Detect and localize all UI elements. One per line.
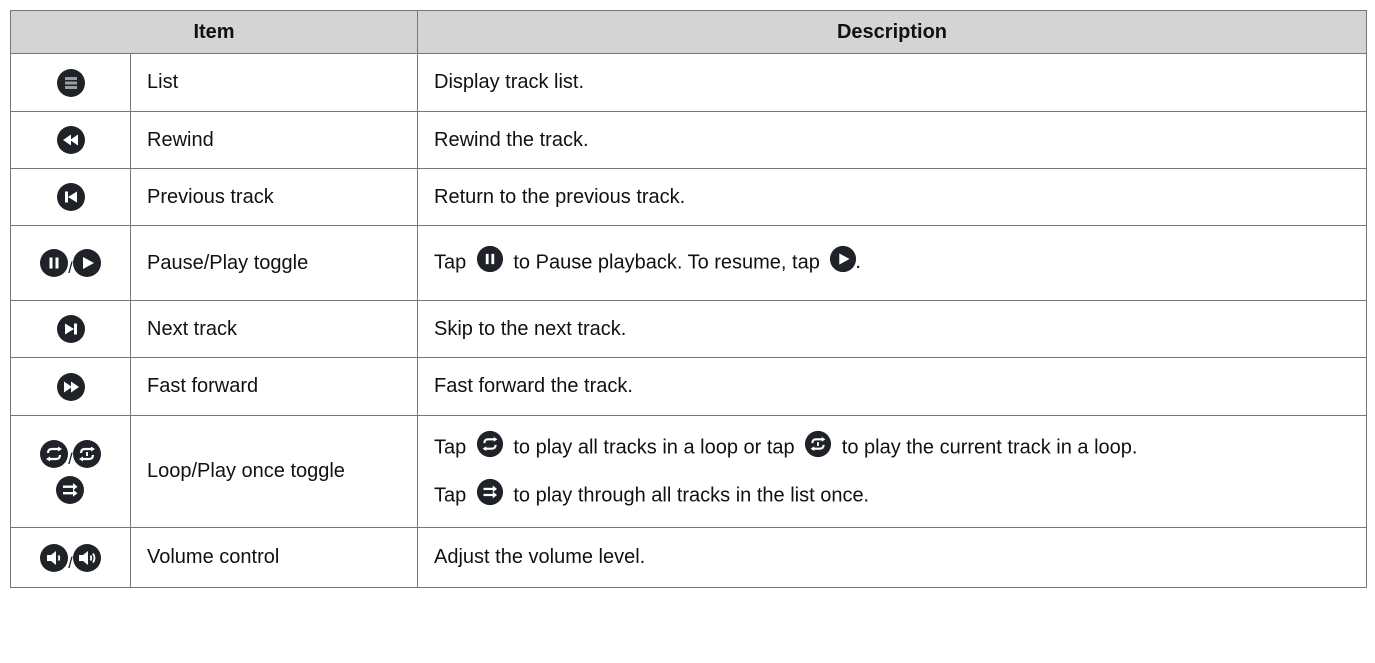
table-row: / Pause/Play toggle Tap to Pause playbac… [10, 225, 1367, 301]
item-label: Fast forward [130, 357, 418, 416]
play-once-icon [55, 475, 85, 505]
table-row: / Volume control Adjust the volume level… [10, 527, 1367, 588]
item-description: Tap to Pause playback. To resume, tap . [417, 225, 1367, 301]
item-label: List [130, 53, 418, 112]
description-header: Description [417, 10, 1367, 54]
loop-icon-group: / [39, 439, 101, 505]
desc-text: Tap [434, 483, 467, 506]
next-track-icon [56, 314, 86, 344]
icon-separator: / [68, 260, 73, 277]
item-label: Previous track [130, 168, 418, 226]
table-row: Previous track Return to the previous tr… [10, 168, 1367, 226]
item-header: Item [10, 10, 418, 54]
play-icon [829, 245, 857, 279]
item-label: Pause/Play toggle [130, 225, 418, 301]
desc-text: Tap [434, 435, 467, 458]
icon-cell: / [10, 415, 131, 528]
item-description: Display track list. [417, 53, 1367, 112]
previous-track-icon [56, 182, 86, 212]
desc-line: Tap to play through all tracks in the li… [434, 478, 1366, 513]
item-label: Volume control [130, 527, 418, 588]
fast-forward-icon [56, 372, 86, 402]
table-row: Fast forward Fast forward the track. [10, 357, 1367, 416]
desc-text: to play all tracks in a loop or tap [513, 435, 795, 458]
item-description: Fast forward the track. [417, 357, 1367, 416]
desc-text: Tap [434, 251, 467, 274]
pause-icon [476, 245, 504, 279]
header-row: Item Description [10, 10, 1367, 54]
table-row: Rewind Rewind the track. [10, 111, 1367, 169]
icon-cell [10, 300, 131, 358]
icon-separator: / [68, 450, 73, 468]
icon-cell [10, 111, 131, 169]
play-icon [72, 248, 102, 278]
table-row: Next track Skip to the next track. [10, 300, 1367, 358]
desc-text: to play through all tracks in the list o… [513, 483, 870, 506]
loop-all-icon [476, 430, 504, 464]
icon-cell [10, 168, 131, 226]
table-row: / Loop/Play once toggle Tap to play all … [10, 415, 1367, 528]
item-label: Rewind [130, 111, 418, 169]
icon-cell [10, 357, 131, 416]
rewind-icon [56, 125, 86, 155]
icon-separator: / [68, 554, 73, 572]
table-row: List Display track list. [10, 53, 1367, 112]
loop-one-icon [72, 439, 102, 469]
item-description: Skip to the next track. [417, 300, 1367, 358]
play-once-icon [476, 478, 504, 512]
item-description: Tap to play all tracks in a loop or tap … [417, 415, 1367, 528]
item-label: Loop/Play once toggle [130, 415, 418, 528]
loop-all-icon [39, 439, 69, 469]
loop-one-icon [804, 430, 832, 464]
desc-text: to Pause playback. To resume, tap [513, 251, 820, 274]
pause-icon [39, 248, 69, 278]
item-description: Return to the previous track. [417, 168, 1367, 226]
icon-cell [10, 53, 131, 112]
item-label: Next track [130, 300, 418, 358]
icon-cell: / [10, 225, 131, 301]
volume-up-icon [72, 543, 102, 573]
volume-down-icon [39, 543, 69, 573]
desc-text: to play the current track in a loop. [841, 435, 1138, 458]
item-description: Adjust the volume level. [417, 527, 1367, 588]
list-icon [56, 68, 86, 98]
controls-table: Item Description List Display track list… [10, 10, 1367, 588]
item-description: Rewind the track. [417, 111, 1367, 169]
desc-line: Tap to play all tracks in a loop or tap … [434, 430, 1366, 465]
icon-cell: / [10, 527, 131, 588]
